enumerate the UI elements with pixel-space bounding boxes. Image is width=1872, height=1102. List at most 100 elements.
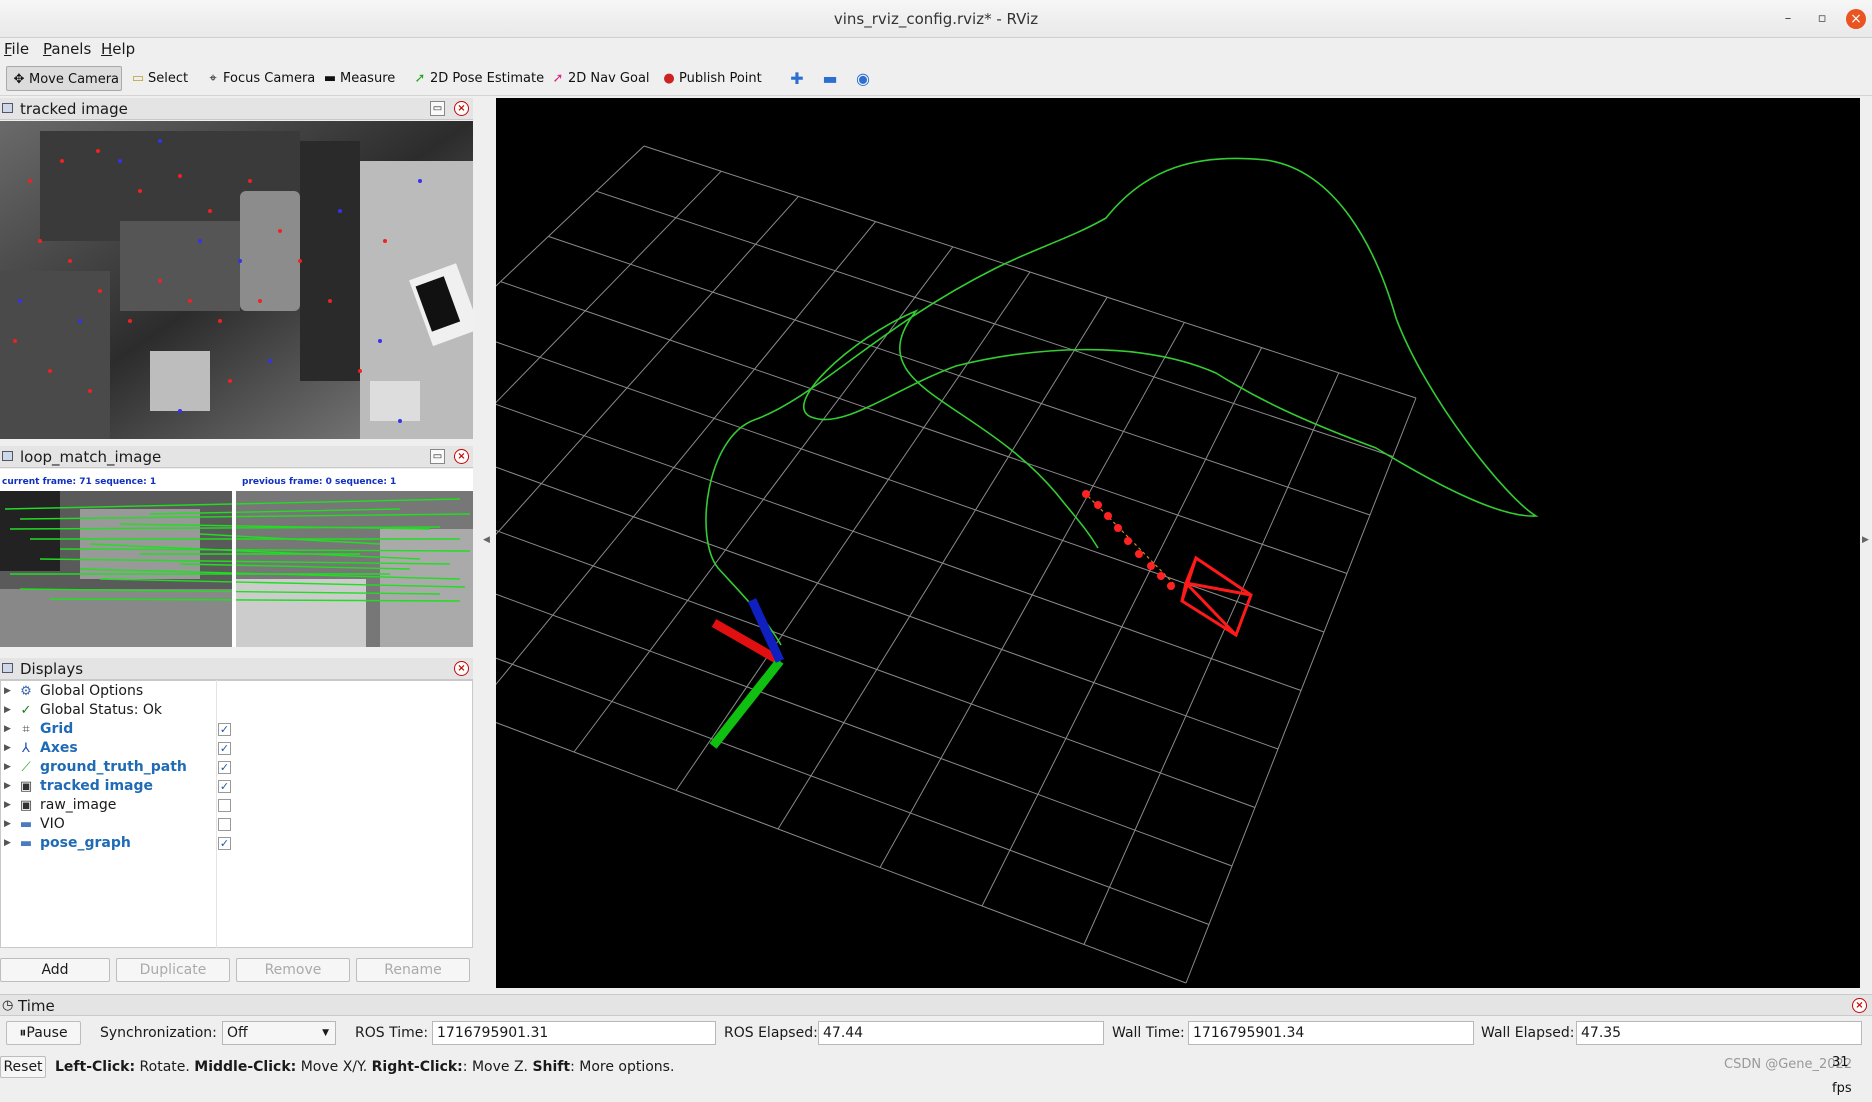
move-camera-tool[interactable]: ✥ Move Camera <box>6 66 122 91</box>
folder-icon: ▬ <box>19 817 33 832</box>
time-panel-title: Time <box>18 997 55 1015</box>
loop-match-image-view: current frame: 71 sequence: 1 previous f… <box>0 469 473 647</box>
display-row-vio[interactable]: ▶ ▬ VIO <box>0 815 473 834</box>
add-tool-icon[interactable]: ✚ <box>785 68 809 90</box>
displays-panel-header: Displays × <box>0 658 473 680</box>
panel-close-icon[interactable]: × <box>1852 998 1867 1013</box>
raw-image-checkbox[interactable] <box>218 799 231 812</box>
panel-icon <box>2 451 13 461</box>
tracked-image-panel-header: tracked image ▭ × <box>0 98 473 120</box>
loop-match-frames <box>0 491 473 647</box>
reset-button[interactable]: Reset <box>0 1056 46 1078</box>
expand-arrow-icon[interactable]: ▶ <box>4 758 11 777</box>
maximize-icon[interactable]: ▫ <box>1812 9 1832 29</box>
panel-icon <box>2 103 13 113</box>
select-tool[interactable]: ▭ Select <box>126 66 194 91</box>
display-row-ground-truth-path[interactable]: ▶ ⟋ ground_truth_path ✓ <box>0 758 473 777</box>
axes-icon: ⅄ <box>22 741 30 756</box>
sync-select[interactable]: Off ▼ <box>222 1021 336 1045</box>
panel-close-icon[interactable]: × <box>454 661 469 676</box>
menu-help[interactable]: Help <box>101 40 135 58</box>
clock-icon: ◷ <box>2 998 14 1013</box>
image-icon: ▣ <box>19 779 33 794</box>
tracked-image-view <box>0 121 473 439</box>
display-row-grid[interactable]: ▶ ⌗ Grid ✓ <box>0 720 473 739</box>
collapse-right-icon[interactable]: ▶ <box>1862 535 1869 545</box>
undock-icon[interactable]: ▭ <box>430 449 445 464</box>
toolbar: ✥ Move Camera ▭ Select ⌖ Focus Camera ▬ Meas… <box>0 60 1872 96</box>
expand-arrow-icon[interactable]: ▶ <box>4 739 11 758</box>
displays-panel-title: Displays <box>20 660 84 678</box>
ground-grid <box>165 145 1417 984</box>
loop-match-panel-title: loop_match_image <box>20 448 162 466</box>
expand-arrow-icon[interactable]: ▶ <box>4 720 11 739</box>
nav-goal-tool[interactable]: ➚ 2D Nav Goal <box>546 66 656 91</box>
menu-panels[interactable]: Panels <box>43 40 91 58</box>
focus-camera-tool[interactable]: ⌖ Focus Camera <box>201 66 321 91</box>
window-title-bar: vins_rviz_config.rviz* - RViz – ▫ × <box>0 0 1872 38</box>
view-options-icon[interactable]: ◉ <box>851 68 875 90</box>
panel-splitter[interactable]: ◀ <box>480 98 494 988</box>
menu-file[interactable]: File <box>4 40 29 58</box>
close-icon[interactable]: × <box>1846 9 1866 29</box>
grid-line <box>471 221 876 714</box>
duplicate-display-button[interactable]: Duplicate <box>116 958 230 982</box>
gear-icon: ⚙ <box>20 684 32 699</box>
time-bar: ⏸Pause Synchronization: Off ▼ ROS Time: … <box>0 1018 1872 1048</box>
publish-point-tool[interactable]: ● Publish Point <box>657 66 768 91</box>
remove-display-button[interactable]: Remove <box>236 958 350 982</box>
3d-viewport[interactable] <box>165 98 1860 988</box>
remove-tool-icon[interactable]: ▬ <box>818 68 842 90</box>
pose-estimate-tool[interactable]: ➚ 2D Pose Estimate <box>408 66 550 91</box>
grid-checkbox[interactable]: ✓ <box>218 723 231 736</box>
display-row-axes[interactable]: ▶ ⅄ Axes ✓ <box>0 739 473 758</box>
map-pin-icon: ● <box>663 71 675 86</box>
green-arrow-icon: ➚ <box>414 71 426 86</box>
pose-graph-checkbox[interactable]: ✓ <box>218 837 231 850</box>
wall-time-field[interactable]: 1716795901.34 <box>1188 1021 1474 1045</box>
ros-time-field[interactable]: 1716795901.31 <box>432 1021 716 1045</box>
axes-checkbox[interactable]: ✓ <box>218 742 231 755</box>
check-icon: ✓ <box>20 703 32 718</box>
wall-elapsed-field[interactable]: 47.35 <box>1576 1021 1862 1045</box>
tracked-image-checkbox[interactable]: ✓ <box>218 780 231 793</box>
grid-line <box>1185 397 1417 984</box>
minimize-icon[interactable]: – <box>1778 9 1798 29</box>
folder-icon: ▬ <box>19 836 33 851</box>
ruler-icon: ▬ <box>323 71 337 86</box>
move-camera-icon: ✥ <box>13 72 25 87</box>
measure-tool[interactable]: ▬ Measure <box>318 66 401 91</box>
expand-arrow-icon[interactable]: ▶ <box>4 682 11 701</box>
status-hint: Left-Click: Rotate. Middle-Click: Move X… <box>55 1059 675 1075</box>
display-row-raw-image[interactable]: ▶ ▣ raw_image <box>0 796 473 815</box>
display-row-global-status[interactable]: ▶ ✓ Global Status: Ok <box>0 701 473 720</box>
time-panel-header: ◷ Time × <box>0 994 1872 1016</box>
ground-truth-path-checkbox[interactable]: ✓ <box>218 761 231 774</box>
panel-close-icon[interactable]: × <box>454 101 469 116</box>
expand-arrow-icon[interactable]: ▶ <box>4 796 11 815</box>
display-row-pose-graph[interactable]: ▶ ▬ pose_graph ✓ <box>0 834 473 853</box>
panel-close-icon[interactable]: × <box>454 449 469 464</box>
display-row-global-options[interactable]: ▶ ⚙ Global Options <box>0 682 473 701</box>
undock-icon[interactable]: ▭ <box>430 101 445 116</box>
vio-checkbox[interactable] <box>218 818 231 831</box>
ros-elapsed-field[interactable]: 47.44 <box>818 1021 1104 1045</box>
grid-line <box>879 322 1185 868</box>
pause-button[interactable]: ⏸Pause <box>6 1021 81 1045</box>
display-row-tracked-image[interactable]: ▶ ▣ tracked image ✓ <box>0 777 473 796</box>
window-title: vins_rviz_config.rviz* - RViz <box>833 10 1039 28</box>
path-icon: ⟋ <box>21 760 31 775</box>
expand-arrow-icon[interactable]: ▶ <box>4 777 11 796</box>
grid-line <box>213 552 1210 925</box>
render-scene <box>165 145 1539 984</box>
wall-elapsed-label: Wall Elapsed: <box>1481 1025 1575 1041</box>
expand-arrow-icon[interactable]: ▶ <box>4 834 11 853</box>
rename-display-button[interactable]: Rename <box>356 958 470 982</box>
add-display-button[interactable]: Add <box>0 958 110 982</box>
tracked-camera-frame <box>0 121 473 439</box>
expand-arrow-icon[interactable]: ▶ <box>4 701 11 720</box>
grid-line <box>267 170 722 637</box>
collapse-left-icon[interactable]: ◀ <box>483 535 490 545</box>
focus-camera-icon: ⌖ <box>209 71 217 86</box>
expand-arrow-icon[interactable]: ▶ <box>4 815 11 834</box>
